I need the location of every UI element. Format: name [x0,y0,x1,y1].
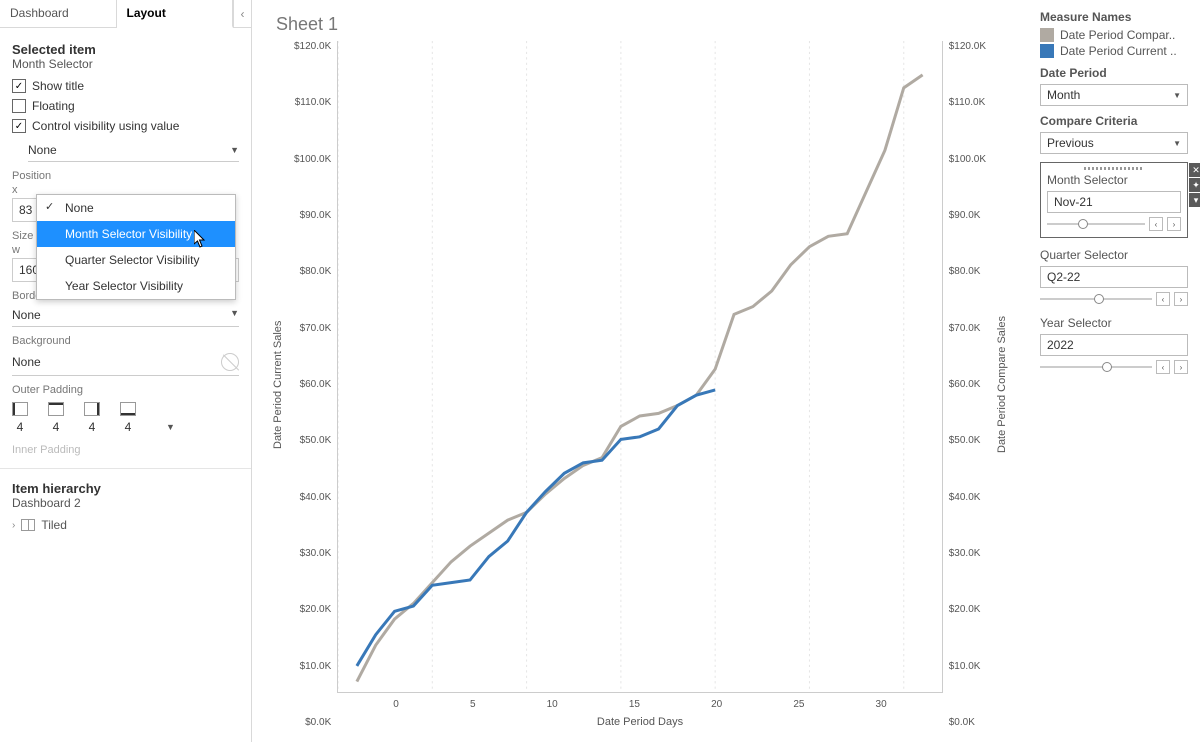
chevron-down-icon[interactable]: ▼ [166,422,175,434]
quarter-selector-card: Quarter Selector Q2-22 ‹ › [1040,248,1188,306]
date-period-dropdown[interactable]: Month▼ [1040,84,1188,106]
legend-item-compare[interactable]: Date Period Compar.. [1040,28,1188,42]
legend-item-current[interactable]: Date Period Current .. [1040,44,1188,58]
pad-left-control[interactable]: 4 [12,402,28,434]
month-selector-label: Month Selector [1047,173,1181,187]
compare-criteria-heading: Compare Criteria [1040,114,1188,128]
prev-button[interactable]: ‹ [1156,292,1170,306]
item-hierarchy-heading: Item hierarchy [12,481,239,496]
control-visibility-value: None [28,143,57,157]
show-title-checkbox[interactable] [12,79,26,93]
x-axis-label: Date Period Days [337,716,942,728]
pad-top-control[interactable]: 4 [48,402,64,434]
quarter-selector-input[interactable]: Q2-22 [1040,266,1188,288]
background-label: Background [12,335,239,347]
right-panel: Measure Names Date Period Compar.. Date … [1028,0,1200,742]
selected-item-heading: Selected item [12,42,239,57]
slider-thumb-icon[interactable] [1102,362,1112,372]
chevron-right-icon: › [12,520,15,531]
show-title-label: Show title [32,79,84,93]
background-selector[interactable]: None [12,349,239,376]
plot-surface[interactable] [337,41,942,693]
measure-names-heading: Measure Names [1040,10,1188,24]
pad-bottom-control[interactable]: 4 [120,402,136,434]
chevron-down-icon: ▼ [1173,139,1181,148]
year-slider[interactable] [1040,366,1152,368]
month-slider[interactable] [1047,223,1145,225]
tiled-icon [21,519,35,531]
control-visibility-dropdown[interactable]: None ▼ [28,139,239,162]
close-icon[interactable]: ✕ [1189,163,1200,177]
menu-item-year-visibility[interactable]: Year Selector Visibility [37,273,235,299]
control-visibility-row[interactable]: Control visibility using value [12,119,239,133]
slider-thumb-icon[interactable] [1078,219,1088,229]
floating-label: Floating [32,99,75,113]
collapse-sidebar-button[interactable]: ‹ [233,0,251,27]
y-axis-label-right: Date Period Compare Sales [992,41,1012,728]
floating-checkbox[interactable] [12,99,26,113]
sidebar-tabs: Dashboard Layout ‹ [0,0,251,28]
menu-item-none[interactable]: None [37,195,235,221]
quarter-slider[interactable] [1040,298,1152,300]
drag-handle-icon[interactable] [1047,165,1181,171]
date-period-heading: Date Period [1040,66,1188,80]
border-dropdown[interactable]: None ▼ [12,304,239,327]
next-button[interactable]: › [1167,217,1181,231]
tab-dashboard[interactable]: Dashboard [0,0,117,27]
tab-layout[interactable]: Layout [117,0,234,28]
sidebar-body: Selected item Month Selector Show title … [0,28,251,542]
month-selector-input[interactable]: Nov-21 [1047,191,1181,213]
no-fill-icon [221,353,239,371]
item-hierarchy-value: Dashboard 2 [12,496,239,510]
y-axis-label-left: Date Period Current Sales [268,41,288,728]
chevron-down-icon: ▼ [230,308,239,322]
chart-area: Date Period Current Sales $120.0K$110.0K… [268,41,1012,728]
chevron-down-icon: ▼ [230,145,239,155]
legend-swatch-icon [1040,44,1054,58]
year-selector-input[interactable]: 2022 [1040,334,1188,356]
control-visibility-label: Control visibility using value [32,119,179,133]
layout-sidebar: Dashboard Layout ‹ Selected item Month S… [0,0,252,742]
legend-swatch-icon [1040,28,1054,42]
pin-icon[interactable]: ✦ [1189,178,1200,192]
control-visibility-checkbox[interactable] [12,119,26,133]
year-selector-card: Year Selector 2022 ‹ › [1040,316,1188,374]
menu-item-quarter-visibility[interactable]: Quarter Selector Visibility [37,247,235,273]
hierarchy-item-tiled[interactable]: › Tiled [12,518,239,532]
menu-icon[interactable]: ▾ [1189,193,1200,207]
next-button[interactable]: › [1174,360,1188,374]
prev-button[interactable]: ‹ [1149,217,1163,231]
x-ticks: 051015202530 [337,699,942,710]
month-selector-card: Month Selector Nov-21 ‹ › ✕ ✦ ▾ [1040,162,1188,238]
card-actions: ✕ ✦ ▾ [1189,163,1200,207]
plot-grid: $120.0K$110.0K$100.0K$90.0K$80.0K$70.0K$… [288,41,992,728]
worksheet-view: Sheet 1 Date Period Current Sales $120.0… [252,0,1028,742]
slider-thumb-icon[interactable] [1094,294,1104,304]
y-ticks-right: $120.0K$110.0K$100.0K$90.0K$80.0K$70.0K$… [943,41,992,728]
y-ticks-left: $120.0K$110.0K$100.0K$90.0K$80.0K$70.0K$… [288,41,337,728]
show-title-row[interactable]: Show title [12,79,239,93]
outer-padding-controls: 4 4 4 4 ▼ [12,402,239,434]
inner-padding-label: Inner Padding [12,444,239,456]
cursor-icon [194,230,208,248]
outer-padding-label: Outer Padding [12,384,239,396]
position-label: Position [12,170,239,182]
compare-criteria-dropdown[interactable]: Previous▼ [1040,132,1188,154]
floating-row[interactable]: Floating [12,99,239,113]
next-button[interactable]: › [1174,292,1188,306]
year-selector-label: Year Selector [1040,316,1188,330]
selected-item-value: Month Selector [12,57,239,71]
chevron-down-icon: ▼ [1173,91,1181,100]
prev-button[interactable]: ‹ [1156,360,1170,374]
sheet-title: Sheet 1 [276,14,1012,35]
pad-right-control[interactable]: 4 [84,402,100,434]
quarter-selector-label: Quarter Selector [1040,248,1188,262]
